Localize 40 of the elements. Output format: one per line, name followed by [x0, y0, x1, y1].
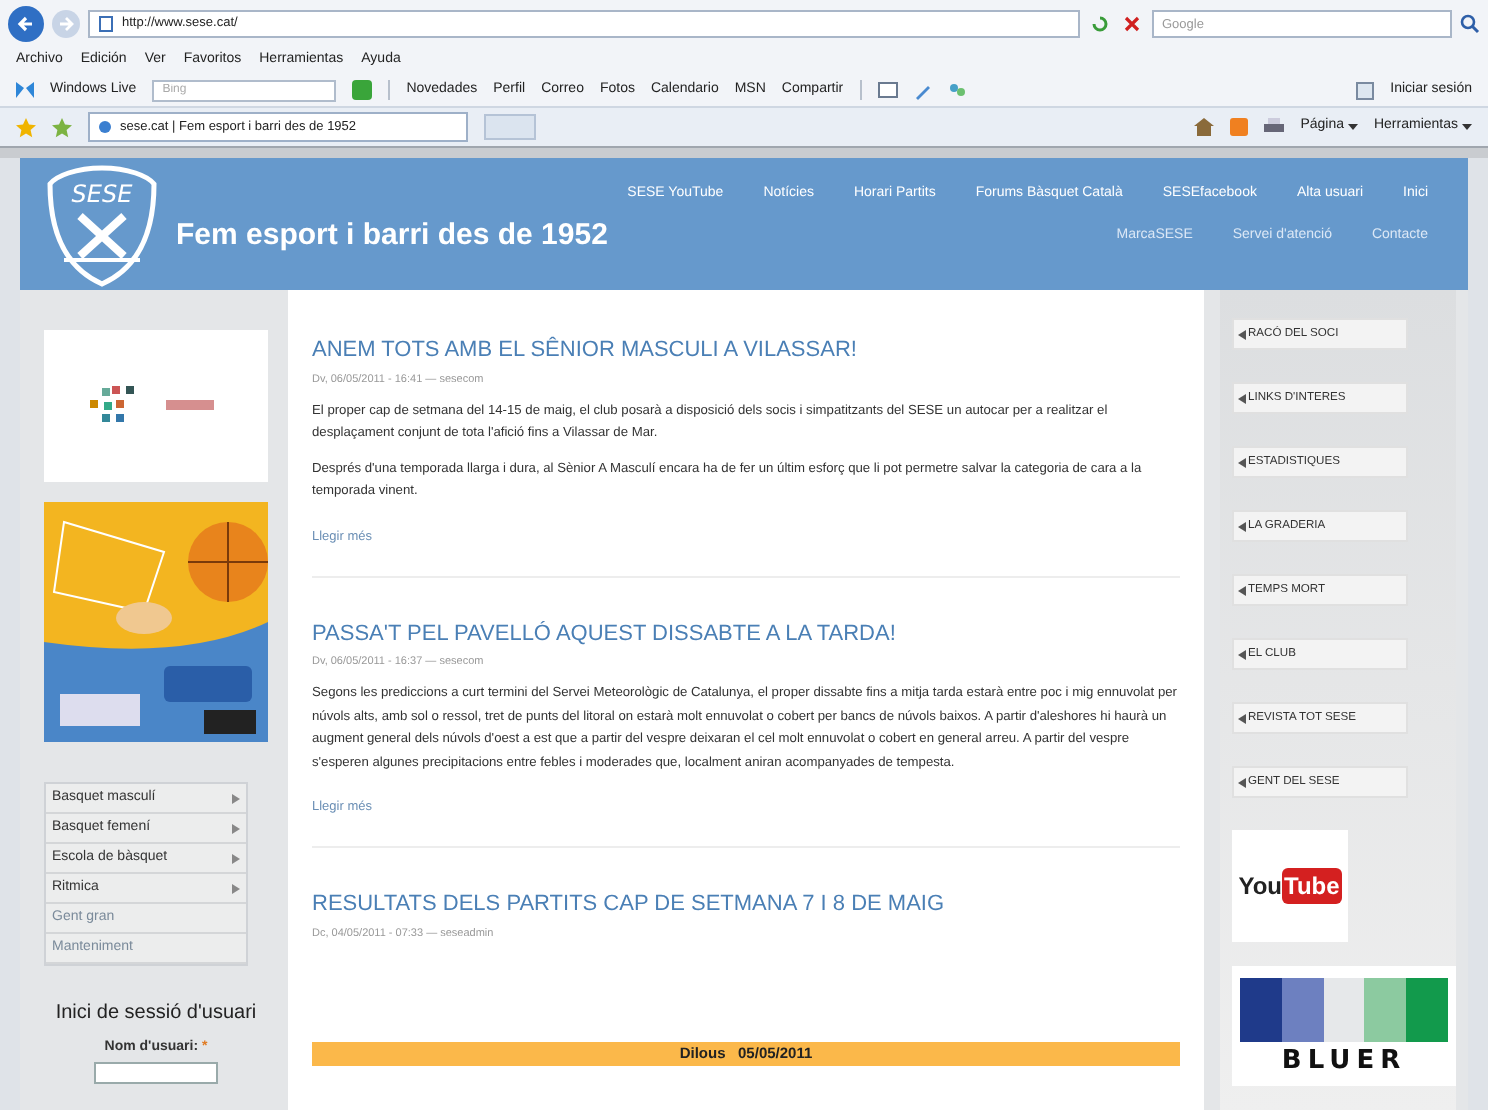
- article-title[interactable]: PASSA'T PEL PAVELLÓ AQUEST DISSABTE A LA TARDA!: [312, 617, 1180, 650]
- arrow-icon: [1238, 777, 1246, 787]
- caret-icon: [1347, 124, 1358, 130]
- printer-icon[interactable]: [1264, 118, 1285, 136]
- submenu-arrow-icon: [232, 793, 240, 803]
- butterfly-icon: [16, 82, 34, 98]
- login-heading: Inici de sessió d'usuari: [55, 1000, 257, 1028]
- arrow-icon: [1238, 393, 1246, 403]
- back-button[interactable]: [8, 6, 44, 42]
- arrow-icon: [1238, 521, 1246, 531]
- refresh-icon[interactable]: [1088, 12, 1112, 36]
- youtube-logo[interactable]: YouTube: [1232, 830, 1348, 942]
- arrow-icon: [1238, 649, 1246, 659]
- submenu-arrow-icon: [232, 883, 240, 893]
- feed-icon[interactable]: [1230, 118, 1249, 136]
- sponsor-logo[interactable]: BLUER: [1232, 966, 1456, 1086]
- arrow-icon: [1238, 713, 1246, 723]
- people-icon[interactable]: [947, 81, 966, 99]
- arrow-icon: [1238, 585, 1246, 595]
- submenu-arrow-icon: [232, 853, 240, 863]
- add-favorite-icon[interactable]: [52, 117, 72, 137]
- search-go-button[interactable]: [352, 80, 373, 100]
- caret-icon: [1462, 124, 1472, 130]
- article-title[interactable]: RESULTATS DELS PARTITS CAP DE SETMANA 7 I 8 DE MAIG: [312, 888, 1180, 921]
- page-icon: [98, 16, 114, 32]
- username-field[interactable]: [94, 1061, 218, 1083]
- back-arrow-icon: [16, 14, 36, 34]
- page-icon: [98, 120, 112, 134]
- arrow-icon: [1238, 457, 1246, 467]
- stop-icon[interactable]: [1120, 12, 1144, 36]
- search-icon[interactable]: [1460, 14, 1480, 34]
- article-title[interactable]: ANEM TOTS AMB EL SÊNIOR MASCULI A VILASSAR!: [312, 334, 1180, 367]
- star-icon[interactable]: [16, 117, 36, 137]
- home-icon[interactable]: [1194, 118, 1215, 136]
- forward-arrow-icon: [58, 16, 74, 32]
- submenu-arrow-icon: [232, 823, 240, 833]
- site-title: Fem esport i barri des de 1952: [176, 215, 608, 255]
- color-bars-icon: [1240, 978, 1448, 1042]
- club-crest: SESE: [44, 164, 160, 288]
- arrow-icon: [1238, 329, 1246, 339]
